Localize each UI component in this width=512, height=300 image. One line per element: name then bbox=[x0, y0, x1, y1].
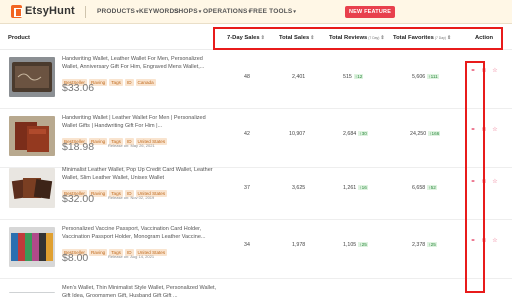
favorites-delta: ↑25 bbox=[427, 242, 437, 247]
favorites-delta: ↑52 bbox=[427, 185, 437, 190]
release-date: Release on: May 26, 2021 bbox=[108, 143, 155, 148]
star-icon[interactable]: ☆ bbox=[492, 68, 498, 74]
product-title-link[interactable]: Handwriting Wallet, Leather Wallet For M… bbox=[62, 56, 217, 71]
product-title-link[interactable]: Personalized Vaccine Passport, Vaccinati… bbox=[62, 226, 217, 241]
tag-tags[interactable]: Tags bbox=[109, 79, 123, 86]
table-row[interactable]: Personalized Vaccine Passport, Vaccinati… bbox=[0, 221, 512, 279]
tag-raving: Raving bbox=[88, 249, 108, 256]
total-favorites-value: 6,658 ↑52 bbox=[412, 185, 437, 191]
highlight-box-metric-headers bbox=[213, 27, 503, 50]
product-price: $8.00 bbox=[62, 252, 89, 264]
product-title-link[interactable]: Handwriting Wallet | Leather Wallet For … bbox=[62, 115, 217, 130]
top-nav: EtsyHunt PRODUCTS▾ KEYWORDS SHOPS▾ OPERA… bbox=[0, 0, 512, 24]
total-sales-value: 1,978 bbox=[292, 242, 306, 248]
product-price: $18.98 bbox=[62, 141, 95, 153]
table-row[interactable]: Minimalist Leather Wallet, Pop Up Credit… bbox=[0, 162, 512, 220]
product-thumbnail[interactable] bbox=[9, 168, 55, 208]
product-thumbnail[interactable] bbox=[9, 116, 55, 156]
star-icon[interactable]: ☆ bbox=[492, 127, 498, 133]
nav-shops[interactable]: SHOPS▾ bbox=[174, 8, 201, 15]
total-favorites-value: 5,606 ↑111 bbox=[412, 74, 439, 80]
etsyhunt-logo-icon[interactable] bbox=[11, 5, 22, 18]
product-title-link[interactable]: Minimalist Leather Wallet, Pop Up Credit… bbox=[62, 167, 217, 182]
sales7-value: 34 bbox=[244, 242, 250, 248]
table-row[interactable]: Handwriting Wallet | Leather Wallet For … bbox=[0, 110, 512, 168]
total-favorites-value: 24,250 ↑166 bbox=[410, 131, 441, 137]
star-icon[interactable]: ☆ bbox=[492, 179, 498, 185]
product-thumbnail[interactable] bbox=[9, 286, 55, 293]
release-date: Release on: Aug 14, 2021 bbox=[108, 254, 155, 259]
sales7-value: 42 bbox=[244, 131, 250, 137]
sales7-value: 48 bbox=[244, 74, 250, 80]
total-reviews-value: 515 ↑12 bbox=[343, 74, 364, 80]
product-price: $32.00 bbox=[62, 193, 95, 205]
nav-keywords[interactable]: KEYWORDS bbox=[139, 8, 179, 15]
reviews-delta: ↑25 bbox=[358, 242, 368, 247]
nav-operations[interactable]: OPERATIONS▾ bbox=[203, 8, 251, 15]
header-product: Product bbox=[8, 35, 30, 41]
product-thumbnail[interactable] bbox=[9, 227, 55, 267]
total-reviews-value: 2,684 ↑30 bbox=[343, 131, 368, 137]
total-sales-value: 3,625 bbox=[292, 185, 306, 191]
total-favorites-value: 2,378 ↑25 bbox=[412, 242, 437, 248]
reviews-delta: ↑16 bbox=[358, 185, 368, 190]
star-icon[interactable]: ☆ bbox=[492, 238, 498, 244]
sales7-value: 37 bbox=[244, 185, 250, 191]
highlight-box-action-column bbox=[465, 61, 485, 293]
tag-id[interactable]: ID bbox=[124, 79, 134, 86]
total-sales-value: 2,401 bbox=[292, 74, 306, 80]
product-thumbnail[interactable] bbox=[9, 57, 55, 97]
product-price: $33.06 bbox=[62, 82, 95, 94]
nav-divider bbox=[85, 6, 86, 18]
reviews-delta: ↑12 bbox=[353, 74, 364, 79]
brand-name[interactable]: EtsyHunt bbox=[25, 5, 75, 17]
table-row[interactable]: Men's Wallet, Thin Minimalist Style Wall… bbox=[0, 280, 512, 299]
total-reviews-value: 1,261 ↑16 bbox=[343, 185, 368, 191]
favorites-delta: ↑166 bbox=[428, 131, 441, 136]
tag-country: Canada bbox=[135, 79, 156, 86]
total-sales-value: 10,907 bbox=[289, 131, 306, 137]
new-feature-button[interactable]: NEW FEATURE bbox=[345, 6, 395, 18]
reviews-delta: ↑30 bbox=[358, 131, 368, 136]
favorites-delta: ↑111 bbox=[427, 74, 439, 79]
total-reviews-value: 1,105 ↑25 bbox=[343, 242, 368, 248]
nav-free-tools[interactable]: FREE TOOLS▾ bbox=[249, 8, 296, 15]
table-row[interactable]: Handwriting Wallet, Leather Wallet For M… bbox=[0, 51, 512, 109]
nav-products[interactable]: PRODUCTS▾ bbox=[97, 8, 139, 15]
release-date: Release on: Nov 02, 2019 bbox=[108, 195, 155, 200]
